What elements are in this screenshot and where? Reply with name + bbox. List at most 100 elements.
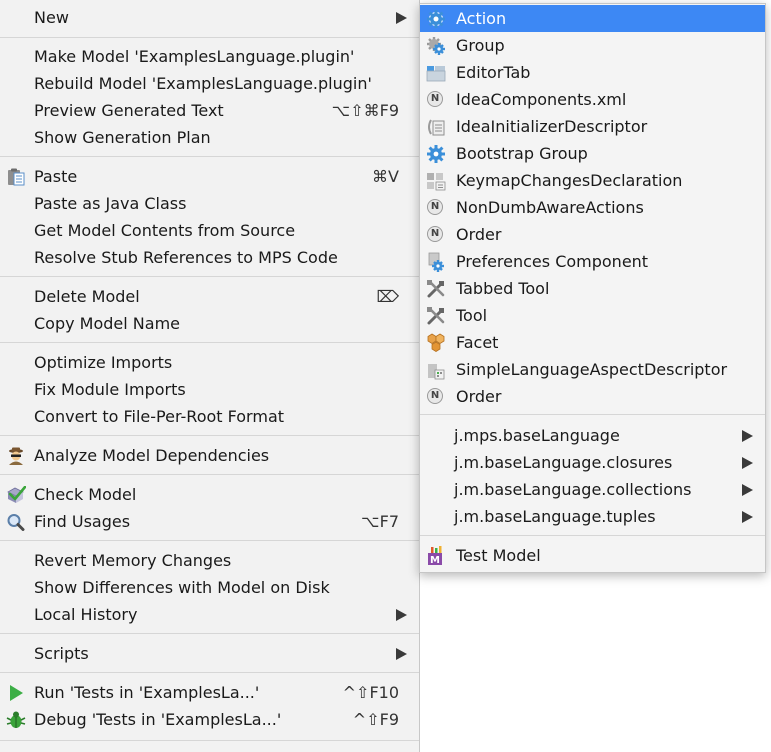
menu-item-show-differences[interactable]: Show Differences with Model on Disk	[0, 574, 419, 601]
menu-item-revert-memory-changes[interactable]: Revert Memory Changes	[0, 547, 419, 574]
menu-item-label: Convert to File-Per-Root Format	[34, 407, 285, 426]
submenu-item-label: KeymapChangesDeclaration	[456, 171, 683, 190]
submenu-arrow-icon	[396, 609, 407, 621]
menu-item-show-generation-plan[interactable]: Show Generation Plan	[0, 124, 419, 151]
n-node-icon: N	[427, 91, 443, 107]
keymap-icon	[427, 173, 446, 191]
submenu-item-jm-tuples[interactable]: j.m.baseLanguage.tuples	[420, 503, 765, 530]
menu-item-run-tests[interactable]: Run 'Tests in 'ExamplesLa...' ^⇧F10	[0, 679, 419, 706]
test-model-icon: M	[428, 546, 442, 566]
submenu-item-preferences-component[interactable]: Preferences Component	[420, 248, 765, 275]
context-menu: New Make Model 'ExamplesLanguage.plugin'…	[0, 0, 420, 752]
menu-item-check-model[interactable]: Check Model	[0, 481, 419, 508]
menu-separator	[0, 435, 419, 436]
run-icon	[10, 685, 23, 701]
menu-item-label: Optimize Imports	[34, 353, 173, 372]
menu-item-shortcut: ^⇧F10	[342, 683, 399, 702]
submenu-item-label: Facet	[456, 333, 499, 352]
submenu-arrow-icon	[742, 457, 753, 469]
menu-item-optimize-imports[interactable]: Optimize Imports	[0, 349, 419, 376]
menu-item-label: Debug 'Tests in 'ExamplesLa...'	[34, 710, 282, 729]
menu-item-analyze-model-dependencies[interactable]: Analyze Model Dependencies	[0, 442, 419, 469]
submenu-item-group[interactable]: Group	[420, 32, 765, 59]
submenu-item-test-model[interactable]: M Test Model	[420, 542, 765, 569]
submenu-item-jmps-baselanguage[interactable]: j.mps.baseLanguage	[420, 422, 765, 449]
gear-icon	[427, 145, 445, 163]
menu-item-fix-module-imports[interactable]: Fix Module Imports	[0, 376, 419, 403]
submenu-item-keymapchangesdeclaration[interactable]: KeymapChangesDeclaration	[420, 167, 765, 194]
n-node-icon: N	[427, 388, 443, 404]
facet-icon	[427, 333, 445, 352]
submenu-item-order[interactable]: N Order	[420, 383, 765, 410]
submenu-item-order[interactable]: N Order	[420, 221, 765, 248]
submenu-item-nondumbawareactions[interactable]: N NonDumbAwareActions	[420, 194, 765, 221]
submenu-item-facet[interactable]: Facet	[420, 329, 765, 356]
menu-separator	[420, 535, 765, 536]
menu-item-debug-tests[interactable]: Debug 'Tests in 'ExamplesLa...' ^⇧F9	[0, 706, 419, 733]
submenu-item-label: Preferences Component	[456, 252, 649, 271]
aspect-descriptor-icon	[428, 364, 445, 380]
menu-separator	[0, 474, 419, 475]
menu-item-local-history[interactable]: Local History	[0, 601, 419, 628]
menu-item-get-model-contents[interactable]: Get Model Contents from Source	[0, 217, 419, 244]
menu-separator	[0, 156, 419, 157]
menu-item-label: New	[34, 8, 69, 27]
menu-separator	[0, 276, 419, 277]
submenu-item-label: EditorTab	[456, 63, 531, 82]
menu-item-find-usages[interactable]: Find Usages ⌥F7	[0, 508, 419, 535]
menu-item-delete-model[interactable]: Delete Model ⌦	[0, 283, 419, 310]
submenu-item-ideacomponents[interactable]: N IdeaComponents.xml	[420, 86, 765, 113]
submenu-item-jm-collections[interactable]: j.m.baseLanguage.collections	[420, 476, 765, 503]
submenu-item-label: Tool	[456, 306, 488, 325]
menu-item-label: Check Model	[34, 485, 137, 504]
menu-item-copy-model-name[interactable]: Copy Model Name	[0, 310, 419, 337]
menu-item-paste-as-java-class[interactable]: Paste as Java Class	[0, 190, 419, 217]
submenu-item-label: Bootstrap Group	[456, 144, 588, 163]
menu-item-make-model[interactable]: Make Model 'ExamplesLanguage.plugin'	[0, 43, 419, 70]
menu-item-shortcut: ⌥F7	[361, 512, 399, 531]
submenu-item-label: Action	[456, 9, 507, 28]
menu-item-label: Get Model Contents from Source	[34, 221, 296, 240]
menu-item-label: Local History	[34, 605, 138, 624]
submenu-item-simplelanguageaspectdescriptor[interactable]: SimpleLanguageAspectDescriptor	[420, 356, 765, 383]
debug-bug-icon	[6, 711, 26, 728]
menu-item-shortcut: ⌥⇧⌘F9	[331, 101, 399, 120]
menu-separator	[0, 672, 419, 673]
submenu-item-label: Tabbed Tool	[456, 279, 550, 298]
spy-icon	[9, 447, 23, 465]
submenu-item-bootstrap-group[interactable]: Bootstrap Group	[420, 140, 765, 167]
menu-separator	[0, 633, 419, 634]
submenu-arrow-icon	[396, 12, 407, 24]
submenu-item-label: IdeaComponents.xml	[456, 90, 627, 109]
menu-item-convert-format[interactable]: Convert to File-Per-Root Format	[0, 403, 419, 430]
delete-key-icon: ⌦	[376, 287, 399, 306]
menu-item-preview-generated-text[interactable]: Preview Generated Text ⌥⇧⌘F9	[0, 97, 419, 124]
menu-separator	[0, 740, 419, 741]
submenu-item-ideainitializerdescriptor[interactable]: IdeaInitializerDescriptor	[420, 113, 765, 140]
menu-item-label: Resolve Stub References to MPS Code	[34, 248, 338, 267]
menu-item-resolve-stub-references[interactable]: Resolve Stub References to MPS Code	[0, 244, 419, 271]
menu-item-label: Preview Generated Text	[34, 101, 224, 120]
magnifier-icon	[7, 514, 25, 531]
menu-item-paste[interactable]: Paste ⌘V	[0, 163, 419, 190]
menu-separator	[420, 414, 765, 415]
submenu-item-action[interactable]: Action	[420, 5, 765, 32]
submenu-arrow-icon	[742, 430, 753, 442]
submenu-item-editortab[interactable]: EditorTab	[420, 59, 765, 86]
menu-item-new[interactable]: New	[0, 4, 419, 31]
menu-item-label: Copy Model Name	[34, 314, 180, 333]
menu-separator	[0, 540, 419, 541]
menu-item-label: Run 'Tests in 'ExamplesLa...'	[34, 683, 260, 702]
menu-item-label: Show Generation Plan	[34, 128, 211, 147]
submenu-item-tabbed-tool[interactable]: Tabbed Tool	[420, 275, 765, 302]
menu-item-label: Analyze Model Dependencies	[34, 446, 270, 465]
menu-item-rebuild-model[interactable]: Rebuild Model 'ExamplesLanguage.plugin'	[0, 70, 419, 97]
submenu-item-tool[interactable]: Tool	[420, 302, 765, 329]
submenu-item-label: SimpleLanguageAspectDescriptor	[456, 360, 728, 379]
submenu-arrow-icon	[742, 511, 753, 523]
menu-item-scripts[interactable]: Scripts	[0, 640, 419, 667]
menu-item-label: Delete Model	[34, 287, 140, 306]
submenu-item-label: Order	[456, 225, 502, 244]
menu-item-label: Paste as Java Class	[34, 194, 187, 213]
submenu-item-jm-closures[interactable]: j.m.baseLanguage.closures	[420, 449, 765, 476]
